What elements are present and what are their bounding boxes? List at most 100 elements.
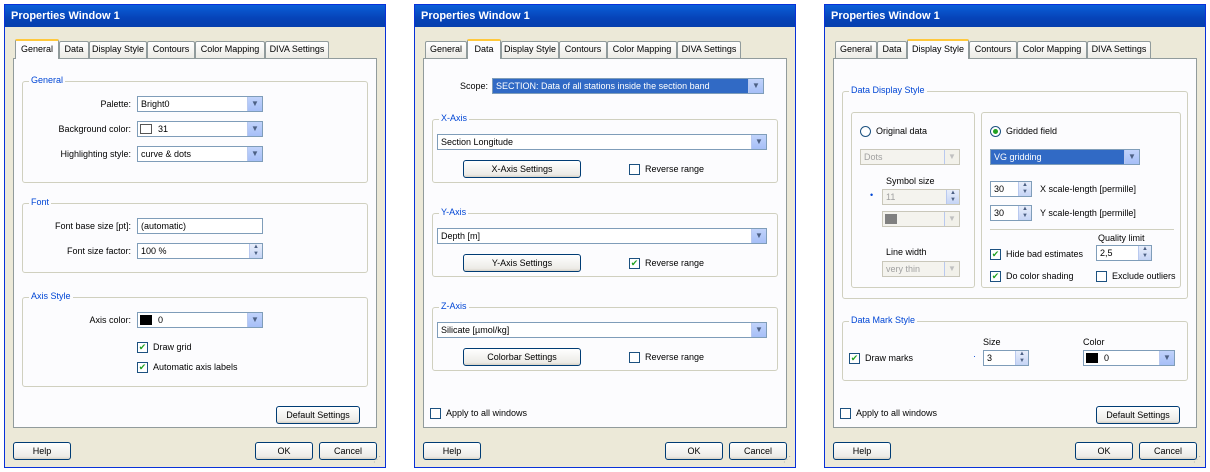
y-axis-select[interactable]: Depth [m] ▼ [437,228,767,244]
background-color-select[interactable]: 31 ▼ [137,121,263,137]
chevron-down-icon[interactable]: ▼ [1124,150,1139,164]
size-label: Size [983,337,1001,347]
hide-bad-estimates-label: Hide bad estimates [1006,249,1084,259]
chevron-down-icon[interactable]: ▼ [944,150,959,164]
spin-arrows-icon[interactable]: ▲ ▼ [1018,206,1031,220]
chevron-down-icon[interactable]: ▼ [751,135,766,149]
scope-label: Scope: [460,81,489,91]
tab-data[interactable]: Data [59,41,89,58]
font-base-size-input[interactable]: (automatic) [137,218,263,234]
resize-grip-icon[interactable]: ⋰ [373,455,383,465]
tab-display-style[interactable]: Display Style [907,39,969,59]
colorbar-settings-button[interactable]: Colorbar Settings [463,348,581,366]
tab-color-mapping[interactable]: Color Mapping [195,41,265,58]
gridding-method-select[interactable]: VG gridding ▼ [990,149,1140,165]
resize-grip-icon[interactable]: ⋰ [783,455,793,465]
original-data-radio[interactable] [860,126,871,137]
gridded-field-radio[interactable] [990,126,1001,137]
chevron-down-icon[interactable]: ▼ [1159,351,1174,365]
color-swatch [140,315,152,325]
symbol-type-select[interactable]: Dots ▼ [860,149,960,165]
z-reverse-range-checkbox[interactable] [629,352,640,363]
cancel-button[interactable]: Cancel [1139,442,1197,460]
tab-data[interactable]: Data [877,41,907,58]
apply-to-all-checkbox[interactable] [430,408,441,419]
tab-display-style[interactable]: Display Style [501,41,559,58]
spin-arrows-icon[interactable]: ▲ ▼ [1138,246,1151,260]
spin-arrows-icon[interactable]: ▲ ▼ [1018,182,1031,196]
axis-color-select[interactable]: 0 ▼ [137,312,263,328]
ok-button[interactable]: OK [1075,442,1133,460]
exclude-outliers-checkbox[interactable] [1096,271,1107,282]
tab-data[interactable]: Data [467,39,501,59]
x-axis-select[interactable]: Section Longitude ▼ [437,134,767,150]
spin-arrows-icon[interactable]: ▲ ▼ [249,244,262,258]
highlighting-style-select[interactable]: curve & dots ▼ [137,146,263,162]
cancel-button[interactable]: Cancel [319,442,377,460]
chevron-down-icon[interactable]: ▼ [748,79,763,93]
line-width-select[interactable]: very thin ▼ [882,261,960,277]
palette-select[interactable]: Bright0 ▼ [137,96,263,112]
tab-contours[interactable]: Contours [147,41,195,58]
symbol-size-stepper[interactable]: 11 ▲ ▼ [882,189,960,205]
tab-display-style[interactable]: Display Style [89,41,147,58]
chevron-down-icon[interactable]: ▼ [247,313,262,327]
chevron-down-icon[interactable]: ▼ [247,97,262,111]
tab-color-mapping[interactable]: Color Mapping [607,41,677,58]
chevron-down-icon[interactable]: ▼ [751,229,766,243]
do-color-shading-checkbox[interactable]: ✔ [990,271,1001,282]
z-axis-select[interactable]: Silicate [µmol/kg] ▼ [437,322,767,338]
scope-select[interactable]: SECTION: Data of all stations inside the… [492,78,764,94]
resize-grip-icon[interactable]: ⋰ [1193,455,1203,465]
help-button[interactable]: Help [13,442,71,460]
ok-button[interactable]: OK [255,442,313,460]
tab-general[interactable]: General [425,41,467,58]
x-reverse-range-checkbox[interactable] [629,164,640,175]
draw-marks-checkbox[interactable]: ✔ [849,353,860,364]
chevron-down-icon[interactable]: ▼ [751,323,766,337]
x-scale-length-stepper[interactable]: 30 ▲ ▼ [990,181,1032,197]
chevron-down-icon[interactable]: ▼ [247,147,262,161]
mark-color-select[interactable]: 0 ▼ [1083,350,1175,366]
tab-contours[interactable]: Contours [969,41,1017,58]
font-size-factor-stepper[interactable]: 100 % ▲ ▼ [137,243,263,259]
tab-diva-settings[interactable]: DIVA Settings [265,41,329,58]
symbol-color-select[interactable]: ▼ [882,211,960,227]
scope-value: SECTION: Data of all stations inside the… [496,81,710,91]
y-reverse-range-checkbox[interactable]: ✔ [629,258,640,269]
default-settings-button[interactable]: Default Settings [1096,406,1180,424]
gridding-method-value: VG gridding [994,152,1042,162]
y-scale-length-stepper[interactable]: 30 ▲ ▼ [990,205,1032,221]
x-axis-settings-button[interactable]: X-Axis Settings [463,160,581,178]
tab-general[interactable]: General [15,39,59,59]
exclude-outliers-label: Exclude outliers [1112,271,1176,281]
draw-grid-checkbox[interactable]: ✔ [137,342,148,353]
tab-diva-settings[interactable]: DIVA Settings [1087,41,1151,58]
spin-arrows-icon[interactable]: ▲ ▼ [946,190,959,204]
symbol-type-value: Dots [864,152,883,162]
tab-diva-settings[interactable]: DIVA Settings [677,41,741,58]
quality-limit-stepper[interactable]: 2,5 ▲ ▼ [1096,245,1152,261]
cancel-button[interactable]: Cancel [729,442,787,460]
chevron-down-icon[interactable]: ▼ [944,212,959,226]
hide-bad-estimates-checkbox[interactable]: ✔ [990,249,1001,260]
z-axis-group: Z-Axis Silicate [µmol/kg] ▼ Colorbar Sett… [432,301,778,371]
y-axis-settings-button[interactable]: Y-Axis Settings [463,254,581,272]
ok-button[interactable]: OK [665,442,723,460]
chevron-down-icon[interactable]: ▼ [247,122,262,136]
tab-general[interactable]: General [835,41,877,58]
help-button[interactable]: Help [423,442,481,460]
tab-color-mapping[interactable]: Color Mapping [1017,41,1087,58]
spin-arrows-icon[interactable]: ▲ ▼ [1015,351,1028,365]
group-title: Z-Axis [439,301,469,311]
automatic-axis-labels-checkbox[interactable]: ✔ [137,362,148,373]
window-title: Properties Window 1 [825,5,1205,27]
mark-size-stepper[interactable]: 3 ▲ ▼ [983,350,1029,366]
help-button[interactable]: Help [833,442,891,460]
group-title: Data Display Style [849,85,927,95]
chevron-down-icon[interactable]: ▼ [944,262,959,276]
apply-to-all-checkbox[interactable] [840,408,851,419]
z-axis-value: Silicate [µmol/kg] [441,325,510,335]
tab-contours[interactable]: Contours [559,41,607,58]
default-settings-button[interactable]: Default Settings [276,406,360,424]
